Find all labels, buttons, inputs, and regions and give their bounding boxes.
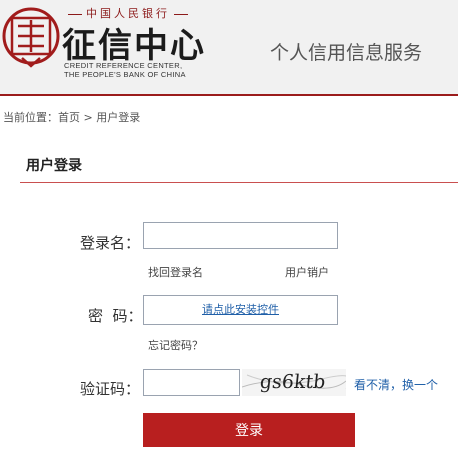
breadcrumb-current: 用户登录 [96, 111, 141, 124]
brand-en-line1: CREDIT REFERENCE CENTER, [64, 61, 183, 70]
refresh-captcha-link[interactable]: 看不清，换一个 [354, 376, 438, 393]
captcha-text: gs6ktb [258, 371, 327, 393]
credit-center-seal-logo [2, 7, 60, 68]
captcha-input[interactable] [143, 369, 240, 396]
breadcrumb: 当前位置：首页 > 用户登录 [3, 109, 140, 125]
brand-main-title: 征信中心 [62, 26, 206, 66]
brand-english-name: CREDIT REFERENCE CENTER, THE PEOPLE'S BA… [64, 61, 186, 79]
install-security-control-link[interactable]: 请点此安装控件 [143, 295, 338, 325]
username-input[interactable] [143, 222, 338, 249]
service-tagline: 个人信用信息服务 [270, 42, 423, 64]
username-label: 登录名： [80, 234, 141, 252]
forgot-password-link[interactable]: 忘记密码？ [148, 337, 203, 353]
section-title: 用户登录 [26, 158, 82, 174]
deregister-user-link[interactable]: 用户销户 [285, 264, 329, 280]
password-label: 密 码： [88, 307, 143, 325]
breadcrumb-separator: > [80, 111, 97, 124]
login-button[interactable]: 登录 [143, 413, 355, 447]
breadcrumb-home-link[interactable]: 首页 [58, 111, 80, 124]
captcha-label: 验证码： [80, 380, 141, 398]
site-header: 中国人民银行 征信中心 CREDIT REFERENCE CENTER, THE… [0, 0, 458, 95]
recover-username-link[interactable]: 找回登录名 [148, 264, 203, 280]
brand-en-line2: THE PEOPLE'S BANK OF CHINA [64, 70, 186, 79]
captcha-image[interactable]: gs6ktb [242, 369, 346, 396]
breadcrumb-prefix: 当前位置： [3, 111, 58, 124]
header-divider [0, 94, 458, 96]
section-divider [20, 182, 458, 183]
